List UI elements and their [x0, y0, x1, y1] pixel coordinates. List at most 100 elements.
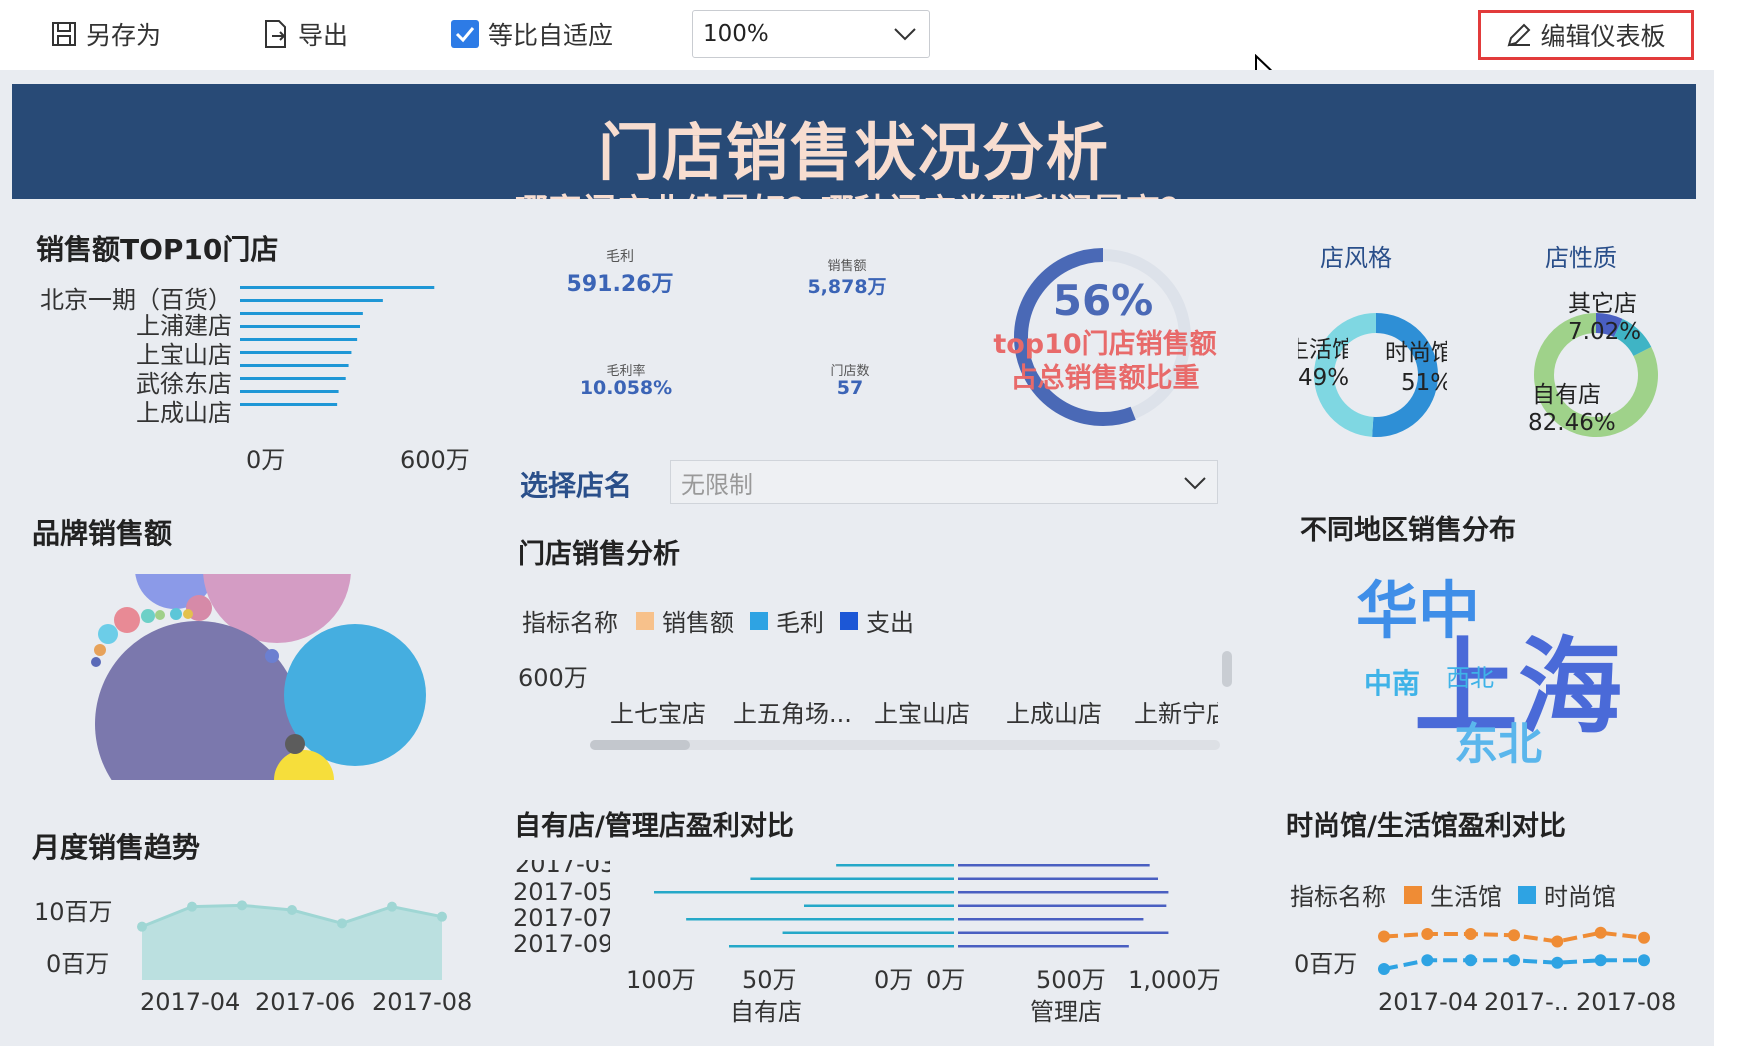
store-sales-title: 门店销售分析 — [518, 539, 680, 570]
gauge-caption-line2: 占总销售额比重 — [1010, 363, 1200, 394]
store-sales-x-tick: 上新宁店 — [1134, 700, 1218, 728]
word-cloud-word: 中南 — [1364, 667, 1421, 700]
gauge-caption-line1: top10门店销售额 — [993, 329, 1217, 360]
legend-item[interactable]: 生活馆 — [1430, 877, 1502, 912]
style-seg1-pct: 49% — [1298, 365, 1348, 391]
brand-bubble — [141, 609, 155, 623]
top10-bar — [240, 364, 349, 367]
monthly-x-tick: 2017-06 — [255, 988, 356, 1016]
fashion-life-point — [1464, 928, 1477, 940]
own-managed-y-axis: 2017-03 2017-05 2017-07 2017-09 — [510, 860, 610, 960]
monthly-point — [287, 905, 297, 915]
legend-item[interactable]: 毛利 — [776, 603, 824, 638]
region-title: 不同地区销售分布 — [1300, 515, 1516, 546]
fashion-life-point — [1638, 931, 1650, 944]
brand-bubble — [95, 621, 301, 780]
own-bar — [750, 877, 954, 880]
monthly-point — [387, 901, 397, 912]
style-seg2-pct: 51% — [1401, 370, 1447, 396]
scrollbar[interactable] — [1714, 70, 1744, 1046]
store-sales-hscroll-track[interactable] — [590, 740, 1220, 750]
own-bar — [729, 945, 954, 948]
top10-bar — [240, 299, 383, 302]
nature-donut-title: 店性质 — [1545, 244, 1617, 272]
fashion-life-point — [1508, 929, 1520, 942]
top10-title: 销售额TOP10门店 — [36, 233, 279, 266]
managed-axis-label: 管理店 — [1030, 998, 1102, 1026]
own-bar — [654, 891, 954, 894]
monthly-y-tick: 0百万 — [46, 950, 110, 978]
store-sales-vscroll[interactable] — [1222, 651, 1232, 687]
kpi-stores-value: 57 — [836, 377, 864, 399]
word-cloud-word: 西北 — [1446, 664, 1494, 692]
nature-seg1-label: 其它店 7.02% — [1568, 290, 1641, 346]
style-seg1-name: 生活馆 — [1298, 337, 1348, 363]
legend-swatch — [750, 611, 768, 630]
fashion-life-point — [1638, 954, 1650, 967]
legend-item[interactable]: 销售额 — [662, 603, 734, 638]
top10-bar-chart — [240, 286, 435, 406]
brand-bubble — [265, 649, 279, 663]
fashion-life-point — [1378, 963, 1390, 975]
store-sales-hscroll-thumb[interactable] — [590, 740, 690, 750]
brand-bubble — [94, 644, 106, 656]
save-icon — [50, 20, 78, 48]
own-x-tick: 50万 — [742, 966, 797, 994]
fashion-life-point — [1551, 935, 1564, 948]
store-sales-x-tick: 上宝山店 — [874, 700, 970, 728]
top10-bar — [240, 325, 360, 328]
own-bar — [836, 864, 954, 867]
brand-bubble — [170, 608, 182, 620]
top10-bar — [240, 390, 339, 393]
top10-bar — [240, 312, 363, 315]
own-managed-y-tick: 2017-03 — [515, 860, 610, 878]
brand-bubble — [98, 624, 118, 644]
save-as-button[interactable]: 另存为 — [50, 14, 161, 54]
legend-item[interactable]: 支出 — [866, 603, 914, 638]
kpi-profit-value: 591.26万 — [566, 272, 674, 297]
checkbox-checked-icon — [450, 19, 480, 49]
export-button[interactable]: 导出 — [262, 14, 348, 54]
nature-seg2-name: 自有店 — [1532, 382, 1601, 408]
managed-bar — [958, 931, 1169, 934]
store-name-select-value: 无限制 — [681, 470, 753, 499]
fashion-life-x-tick: 2017-.. — [1484, 988, 1569, 1016]
zoom-select[interactable]: 100% — [692, 10, 930, 58]
monthly-point — [337, 918, 347, 929]
managed-bar — [958, 918, 1144, 921]
fashion-life-line-chart — [1378, 926, 1650, 975]
brand-bubble — [91, 657, 101, 667]
store-sales-x-tick: 上成山店 — [1006, 700, 1102, 728]
word-cloud-word: 东北 — [1454, 719, 1542, 770]
style-donut-title: 店风格 — [1320, 244, 1392, 272]
top10-store-label: 上成山店 — [136, 399, 232, 427]
dashboard-title: 门店销售状况分析 — [597, 116, 1110, 189]
store-name-select[interactable]: 无限制 — [670, 460, 1218, 504]
legend-swatch — [636, 611, 654, 630]
monthly-point — [437, 911, 447, 922]
legend-item[interactable]: 时尚馆 — [1544, 877, 1616, 912]
monthly-title: 月度销售趋势 — [32, 831, 201, 864]
managed-x-tick: 1,000万 — [1128, 966, 1221, 994]
managed-bar — [958, 904, 1167, 907]
legend-swatch — [840, 611, 858, 630]
own-axis-label: 自有店 — [730, 998, 802, 1026]
managed-bar — [958, 945, 1129, 948]
chevron-down-icon — [893, 21, 917, 47]
store-sales-x-axis: 上七宝店 上五角场... 上宝山店 上成山店 上新宁店 — [606, 694, 1218, 730]
store-sales-x-tick: 上五角场... — [733, 700, 852, 728]
nature-seg1-pct: 7.02% — [1568, 319, 1642, 345]
top10-bar — [240, 403, 338, 406]
legend-swatch — [1404, 885, 1422, 904]
monthly-area-chart — [137, 900, 447, 980]
store-sales-y-tick: 600万 — [518, 664, 588, 692]
edit-dashboard-button[interactable]: 编辑仪表板 — [1478, 10, 1694, 60]
monthly-x-tick: 2017-04 — [140, 988, 241, 1016]
gauge-caption: top10门店销售额 占总销售额比重 — [985, 328, 1225, 396]
fashion-life-point — [1594, 926, 1607, 939]
fit-checkbox[interactable]: 等比自适应 — [450, 14, 613, 54]
brand-bubble — [183, 609, 193, 619]
brand-bubble — [114, 607, 140, 633]
top10-bar — [240, 286, 435, 289]
store-sales-x-tick: 上七宝店 — [610, 700, 706, 728]
